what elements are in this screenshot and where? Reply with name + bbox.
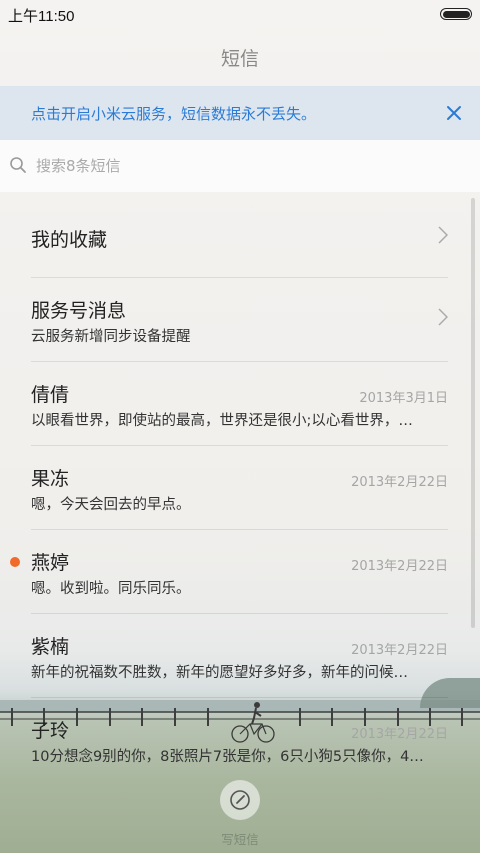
conversation-snippet: 嗯，今天会回去的早点。: [31, 497, 191, 513]
list-item[interactable]: 果冻 2013年2月22日 嗯，今天会回去的早点。: [31, 446, 448, 530]
chevron-right-icon: [438, 226, 448, 244]
scrollbar[interactable]: [471, 198, 475, 628]
list-item[interactable]: 燕婷 2013年2月22日 嗯。收到啦。同乐同乐。: [10, 530, 448, 614]
conversation-snippet: 云服务新增同步设备提醒: [31, 329, 191, 345]
cloud-service-banner[interactable]: 点击开启小米云服务，短信数据永不丢失。: [0, 86, 480, 140]
page-title: 短信: [220, 47, 259, 70]
conversation-snippet: 新年的祝福数不胜数，新年的愿望好多好多，新年的问候…: [31, 665, 408, 681]
conversation-snippet: 10分想念9别的你，8张照片7张是你，6只小狗5只像你，4…: [31, 749, 424, 765]
conversation-snippet: 以眼看世界，即使站的最高，世界还是很小;以心看世界，…: [31, 413, 413, 429]
unread-dot-icon: [10, 557, 20, 567]
conversation-snippet: 嗯。收到啦。同乐同乐。: [31, 581, 191, 597]
conversation-name: 紫楠: [31, 636, 70, 658]
conversation-date: 2013年2月22日: [351, 475, 448, 490]
conversation-name: 果冻: [31, 468, 70, 490]
conversation-date: 2013年2月22日: [351, 727, 448, 742]
search-input[interactable]: [36, 152, 456, 180]
status-bar: 上午11:50: [0, 0, 480, 28]
conversation-date: 2013年3月1日: [359, 391, 448, 406]
conversation-date: 2013年2月22日: [351, 559, 448, 574]
search-bar[interactable]: [0, 140, 480, 192]
conversation-date: 2013年2月22日: [351, 643, 448, 658]
banner-text[interactable]: 点击开启小米云服务，短信数据永不丢失。: [31, 103, 316, 124]
compose-label[interactable]: 写短信: [200, 829, 280, 848]
list-item[interactable]: 子玲 2013年2月22日 10分想念9别的你，8张照片7张是你，6只小狗5只像…: [31, 698, 448, 782]
conversation-name: 子玲: [31, 720, 70, 742]
conversation-list: 我的收藏 服务号消息 云服务新增同步设备提醒 倩倩 2013年3月1日 以眼看世…: [0, 194, 480, 782]
compose-icon: [230, 790, 250, 810]
list-item[interactable]: 紫楠 2013年2月22日 新年的祝福数不胜数，新年的愿望好多好多，新年的问候…: [31, 614, 448, 698]
chevron-right-icon: [438, 308, 448, 326]
conversation-name: 我的收藏: [31, 229, 108, 251]
conversation-name: 服务号消息: [31, 300, 127, 322]
close-icon[interactable]: [444, 103, 464, 123]
list-item-service-messages[interactable]: 服务号消息 云服务新增同步设备提醒: [31, 278, 448, 362]
conversation-name: 燕婷: [31, 552, 70, 574]
list-item[interactable]: 倩倩 2013年3月1日 以眼看世界，即使站的最高，世界还是很小;以心看世界，…: [31, 362, 448, 446]
search-icon: [10, 157, 26, 173]
conversation-name: 倩倩: [31, 384, 70, 406]
compose-button[interactable]: [220, 780, 260, 820]
list-item-favorites[interactable]: 我的收藏: [31, 194, 448, 278]
battery-icon: [440, 8, 472, 20]
title-bar: 短信: [0, 28, 480, 86]
status-time: 上午11:50: [8, 8, 75, 25]
